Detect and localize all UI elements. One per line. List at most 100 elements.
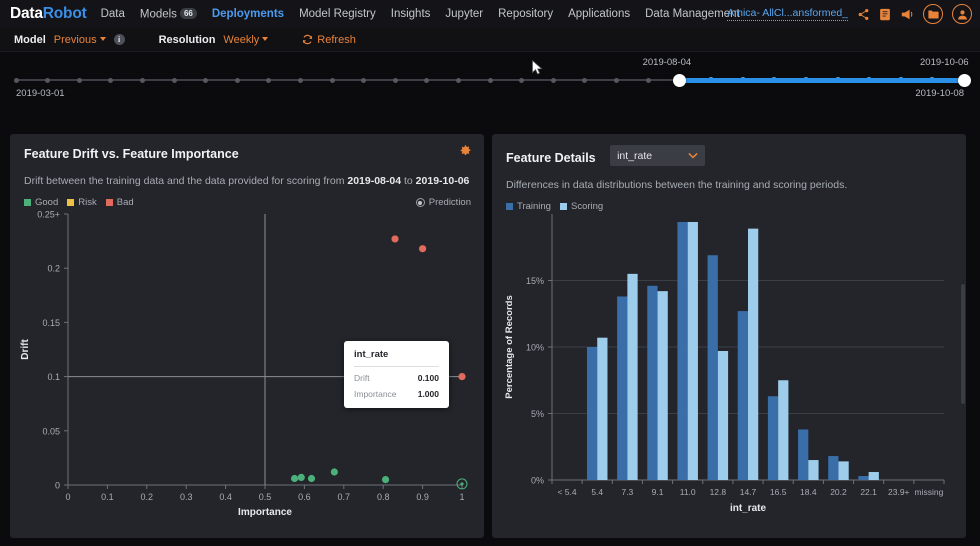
timeline-tick[interactable] [45,77,51,83]
timeline-tick[interactable] [424,77,430,83]
date-range-timeline[interactable]: 2019-03-01 2019-10-08 2019-08-04 2019-10… [0,52,980,102]
user-avatar-icon[interactable] [952,4,972,24]
nav-item-data[interactable]: Data [101,8,125,20]
timeline-tick[interactable] [645,77,651,83]
nav-item-data-management[interactable]: Data Management [645,8,740,20]
timeline-tick[interactable] [519,77,525,83]
histogram-y-tick-label: 15% [526,276,544,286]
timeline-tick[interactable] [329,77,335,83]
histogram-bar[interactable] [657,291,668,480]
feature-details-panel: Feature Details int_rate Differences in … [492,134,966,538]
folder-icon[interactable] [923,4,943,24]
histogram-bar[interactable] [868,472,879,480]
histogram-bar[interactable] [707,255,718,480]
histogram-bar[interactable] [586,347,598,480]
feature-drift-panel: Feature Drift vs. Feature Importance Dri… [10,134,484,538]
timeline-tick[interactable] [234,77,240,83]
nav-item-applications[interactable]: Applications [568,8,630,20]
panel-scrollbar[interactable] [961,284,965,404]
gear-icon[interactable] [460,145,471,156]
nav-item-jupyter[interactable]: Jupyter [445,8,483,20]
timeline-tick[interactable] [297,77,303,83]
timeline-start-label: 2019-03-01 [16,88,65,99]
nav-item-model-registry[interactable]: Model Registry [299,8,376,20]
timeline-selected-range[interactable] [679,77,964,83]
timeline-tick[interactable] [550,77,556,83]
current-project-link[interactable]: Amica- AllCl...ansformed_ [727,7,848,21]
nav-item-repository[interactable]: Repository [498,8,553,20]
feature-histogram-plot[interactable]: 0% 5% 10% 15% < 5.4 5.4 7.3 9.1 11.0 12.8 14.7 16.5… [492,200,966,538]
feature-select-dropdown[interactable]: int_rate [610,145,706,166]
timeline-tick[interactable] [139,77,145,83]
histogram-bar[interactable] [617,296,628,480]
timeline-handle-start[interactable] [673,73,687,87]
histogram-bar[interactable] [838,461,849,480]
scatter-y-tick-label: 0.25+ [37,210,60,220]
scatter-point[interactable] [290,474,299,483]
histogram-bar[interactable] [778,380,789,480]
scatter-point[interactable] [391,235,399,243]
timeline-tick[interactable] [108,77,114,83]
timeline-tick[interactable] [455,77,461,83]
timeline-tick[interactable] [582,77,588,83]
histogram-bar[interactable] [647,285,658,480]
timeline-tick[interactable] [266,77,272,83]
histogram-bar[interactable] [717,350,729,480]
subtitle-text-pre: Drift between the training data and the … [24,175,348,187]
scatter-point[interactable] [419,245,427,253]
refresh-button[interactable]: Refresh [302,34,356,46]
timeline-tick[interactable] [203,77,209,83]
datarobot-logo[interactable]: DataRobot [10,5,87,23]
histogram-bar[interactable] [767,396,779,480]
histogram-bar[interactable] [597,337,608,480]
resolution-filter-dropdown[interactable]: Weekly [223,33,269,46]
top-right-actions: Amica- AllCl...ansformed_ [727,0,972,28]
nav-item-models[interactable]: Models 66 [139,7,197,21]
panels-container: Feature Drift vs. Feature Importance Dri… [0,134,980,538]
scatter-point[interactable] [330,468,338,476]
scatter-y-tick-label: 0.1 [47,372,60,382]
histogram-bar[interactable] [737,311,748,480]
scatter-point[interactable] [460,482,464,486]
notes-icon[interactable] [879,8,891,21]
model-filter-dropdown[interactable]: Previous [54,34,106,46]
histogram-x-tick-label: 23.9+ [888,487,910,497]
nav-item-deployments[interactable]: Deployments [212,8,284,20]
timeline-handle-end[interactable] [957,73,971,87]
histogram-bar[interactable] [748,228,759,480]
scatter-point[interactable] [307,474,316,483]
histogram-bar[interactable] [687,221,698,481]
timeline-tick[interactable] [392,77,398,83]
timeline-tick[interactable] [171,77,177,83]
timeline-tick[interactable] [13,77,19,83]
model-info-icon[interactable]: i [113,34,125,45]
nav-label-applications: Applications [568,8,631,20]
histogram-svg: 0% 5% 10% 15% < 5.4 5.4 7.3 9.1 11.0 12.8 14.7 16.5… [504,214,945,514]
histogram-x-tick-label: missing [915,487,944,497]
scatter-y-axis-label: Drift [20,339,31,360]
histogram-bar[interactable] [828,456,839,480]
timeline-tick[interactable] [361,77,367,83]
histogram-x-tick-label: 20.2 [830,487,847,497]
histogram-x-tick-label: 14.7 [740,487,757,497]
histogram-bar[interactable] [798,429,809,480]
nav-label-data-management: Data Management [645,8,740,20]
subtitle-text-mid: to [401,175,416,187]
timeline-tick[interactable] [487,77,493,83]
histogram-bar[interactable] [627,273,638,480]
nav-item-insights[interactable]: Insights [391,8,431,20]
histogram-bar[interactable] [808,460,819,480]
tooltip-value-importance: 1.000 [417,388,439,399]
timeline-tick[interactable] [613,77,619,83]
resolution-filter-value: Weekly [223,33,260,46]
scatter-point[interactable] [458,373,466,381]
models-count-badge: 66 [179,7,197,19]
histogram-bar[interactable] [677,221,688,481]
scatter-point[interactable] [297,473,305,482]
timeline-tick[interactable] [76,77,82,83]
share-icon[interactable] [857,8,870,21]
histogram-bar[interactable] [858,476,869,480]
megaphone-icon[interactable] [900,8,914,21]
nav-label-models: Models [139,8,177,21]
scatter-point[interactable] [381,475,390,484]
